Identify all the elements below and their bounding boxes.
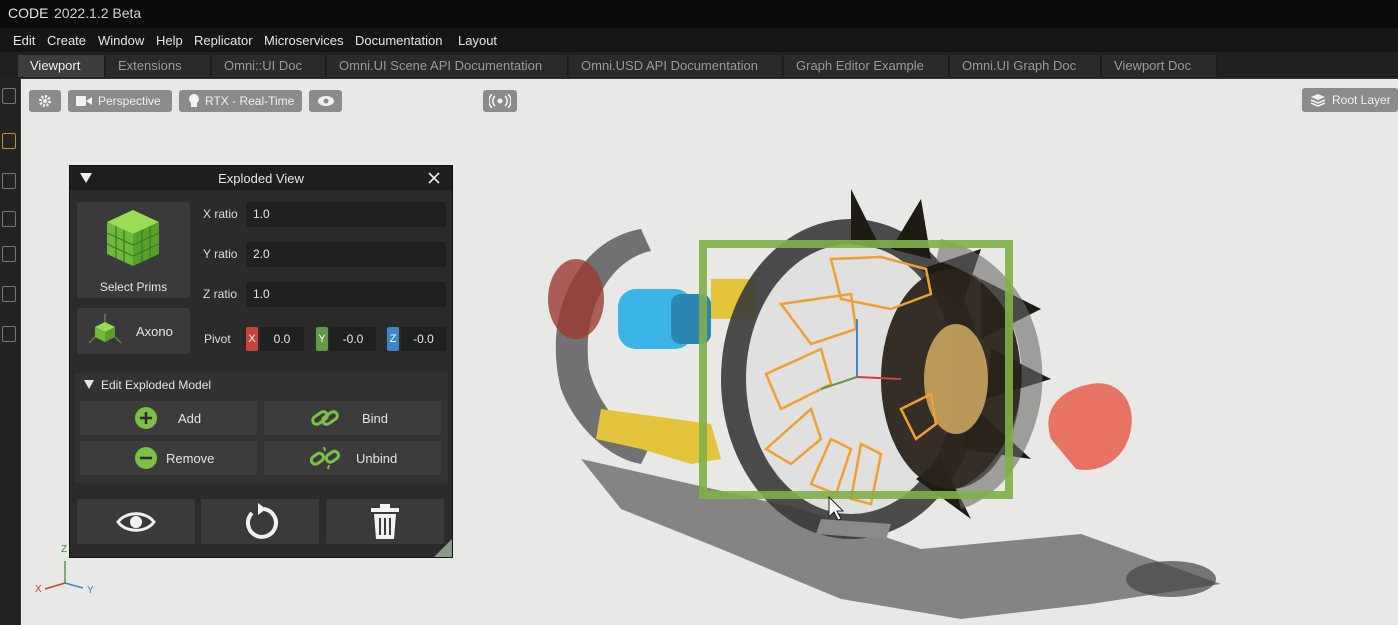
bind-button[interactable]: Bind bbox=[264, 401, 441, 435]
add-button[interactable]: Add bbox=[80, 401, 257, 435]
menu-replicator[interactable]: Replicator bbox=[194, 33, 253, 48]
menu-help[interactable]: Help bbox=[156, 33, 183, 48]
pivot-z-field[interactable]: -0.0 bbox=[401, 327, 446, 351]
tab-omni-ui-graph-doc[interactable]: Omni.UI Graph Doc bbox=[950, 55, 1101, 77]
minus-circle-icon bbox=[135, 447, 157, 469]
select-prims-label: Select Prims bbox=[99, 280, 168, 294]
edit-section: Edit Exploded Model Add Bind Remove Unbi… bbox=[74, 373, 448, 483]
axono-label: Axono bbox=[136, 324, 173, 339]
layers-icon bbox=[1310, 94, 1326, 107]
render-mode-button[interactable]: RTX - Real-Time bbox=[179, 90, 302, 112]
cube-grid-icon bbox=[106, 210, 160, 266]
broadcast-button[interactable] bbox=[483, 90, 517, 112]
menu-window[interactable]: Window bbox=[98, 33, 144, 48]
axis-z-label: Z bbox=[61, 544, 68, 555]
left-toolbar bbox=[0, 78, 21, 625]
tab-omni-ui-doc[interactable]: Omni::UI Doc bbox=[212, 55, 326, 77]
tab-omni-ui-scene-api[interactable]: Omni.UI Scene API Documentation bbox=[327, 55, 568, 77]
red-cap-right bbox=[1048, 383, 1132, 470]
snap-tool-icon[interactable] bbox=[2, 246, 16, 262]
reset-icon bbox=[245, 503, 278, 539]
pivot-z-chip: Z bbox=[387, 327, 399, 351]
delete-button[interactable] bbox=[326, 499, 444, 544]
select-prims-button[interactable]: Select Prims bbox=[77, 202, 190, 298]
camera-button[interactable]: Perspective bbox=[68, 90, 172, 112]
z-ratio-label: Z ratio bbox=[203, 287, 238, 301]
bind-label: Bind bbox=[362, 411, 389, 426]
close-icon[interactable] bbox=[428, 172, 440, 184]
toggle-visibility-button[interactable] bbox=[77, 499, 195, 544]
tab-bar: Viewport Extensions Omni::UI Doc Omni.UI… bbox=[0, 52, 1398, 79]
exploded-view-panel: Exploded View Select Prims Axono X ratio… bbox=[69, 165, 453, 558]
menu-bar: Edit Create Window Help Replicator Micro… bbox=[0, 28, 1398, 52]
scene-shadow-cap bbox=[1126, 561, 1216, 597]
camera-icon bbox=[76, 96, 92, 106]
reset-button[interactable] bbox=[201, 499, 319, 544]
lightbulb-icon bbox=[189, 94, 199, 107]
pivot-y-chip: Y bbox=[316, 327, 328, 351]
y-ratio-label: Y ratio bbox=[203, 247, 238, 261]
axono-icon bbox=[88, 314, 122, 344]
unbind-button[interactable]: Unbind bbox=[264, 441, 441, 475]
pivot-y-field[interactable]: -0.0 bbox=[330, 327, 376, 351]
tab-omni-usd-api[interactable]: Omni.USD API Documentation bbox=[569, 55, 783, 77]
panel-title: Exploded View bbox=[218, 171, 304, 186]
camera-label: Perspective bbox=[98, 94, 161, 108]
trash-icon bbox=[371, 504, 399, 539]
layer-button[interactable]: Root Layer bbox=[1302, 88, 1398, 112]
tab-viewport[interactable]: Viewport bbox=[18, 55, 105, 77]
render-label: RTX - Real-Time bbox=[205, 94, 295, 108]
app-name: CODE bbox=[8, 5, 49, 21]
unbind-label: Unbind bbox=[356, 451, 398, 466]
menu-create[interactable]: Create bbox=[47, 33, 86, 48]
move-tool-icon[interactable] bbox=[2, 133, 16, 149]
axono-button[interactable]: Axono bbox=[77, 308, 190, 354]
panel-header: Exploded View bbox=[70, 166, 452, 190]
tab-extensions[interactable]: Extensions bbox=[106, 55, 211, 77]
x-ratio-field[interactable]: 1.0 bbox=[246, 202, 446, 227]
pivot-x-chip: X bbox=[246, 327, 258, 351]
layer-label: Root Layer bbox=[1332, 93, 1391, 107]
z-ratio-field[interactable]: 1.0 bbox=[246, 282, 446, 307]
red-cap-left bbox=[548, 259, 604, 339]
axis-x-label: X bbox=[35, 584, 42, 595]
fan-hub bbox=[924, 324, 988, 434]
unlink-icon bbox=[310, 446, 340, 470]
scale-tool-icon[interactable] bbox=[2, 211, 16, 227]
app-version: 2022.1.2 Beta bbox=[54, 5, 142, 21]
y-ratio-field[interactable]: 2.0 bbox=[246, 242, 446, 267]
menu-layout[interactable]: Layout bbox=[458, 33, 497, 48]
select-tool-icon[interactable] bbox=[2, 88, 16, 104]
more-tools-icon[interactable] bbox=[2, 326, 16, 342]
tab-viewport-doc[interactable]: Viewport Doc bbox=[1102, 55, 1217, 77]
tab-graph-editor-example[interactable]: Graph Editor Example bbox=[784, 55, 949, 77]
section-triangle-icon[interactable] bbox=[84, 380, 94, 389]
remove-label: Remove bbox=[166, 451, 215, 466]
x-ratio-label: X ratio bbox=[203, 207, 238, 221]
plus-circle-icon bbox=[135, 407, 157, 429]
measure-tool-icon[interactable] bbox=[2, 286, 16, 302]
viewport[interactable]: Perspective RTX - Real-Time Root Layer Z… bbox=[21, 79, 1398, 625]
gear-icon bbox=[39, 95, 51, 107]
remove-button[interactable]: Remove bbox=[80, 441, 257, 475]
resize-handle-icon[interactable] bbox=[434, 539, 452, 557]
menu-microservices[interactable]: Microservices bbox=[264, 33, 343, 48]
menu-documentation[interactable]: Documentation bbox=[355, 33, 442, 48]
visibility-button[interactable] bbox=[309, 90, 342, 112]
title-bar: CODE 2022.1.2 Beta bbox=[0, 0, 1398, 28]
axis-y-label: Y bbox=[87, 585, 94, 596]
menu-edit[interactable]: Edit bbox=[13, 33, 35, 48]
section-title: Edit Exploded Model bbox=[101, 378, 212, 392]
pivot-x-field[interactable]: 0.0 bbox=[260, 327, 304, 351]
eye-icon bbox=[116, 512, 156, 532]
link-icon bbox=[311, 410, 339, 426]
eye-icon bbox=[318, 96, 334, 106]
rotate-tool-icon[interactable] bbox=[2, 173, 16, 189]
broadcast-icon bbox=[489, 94, 511, 108]
add-label: Add bbox=[178, 411, 202, 426]
pivot-label: Pivot bbox=[204, 332, 231, 346]
viewport-settings-button[interactable] bbox=[29, 90, 61, 112]
